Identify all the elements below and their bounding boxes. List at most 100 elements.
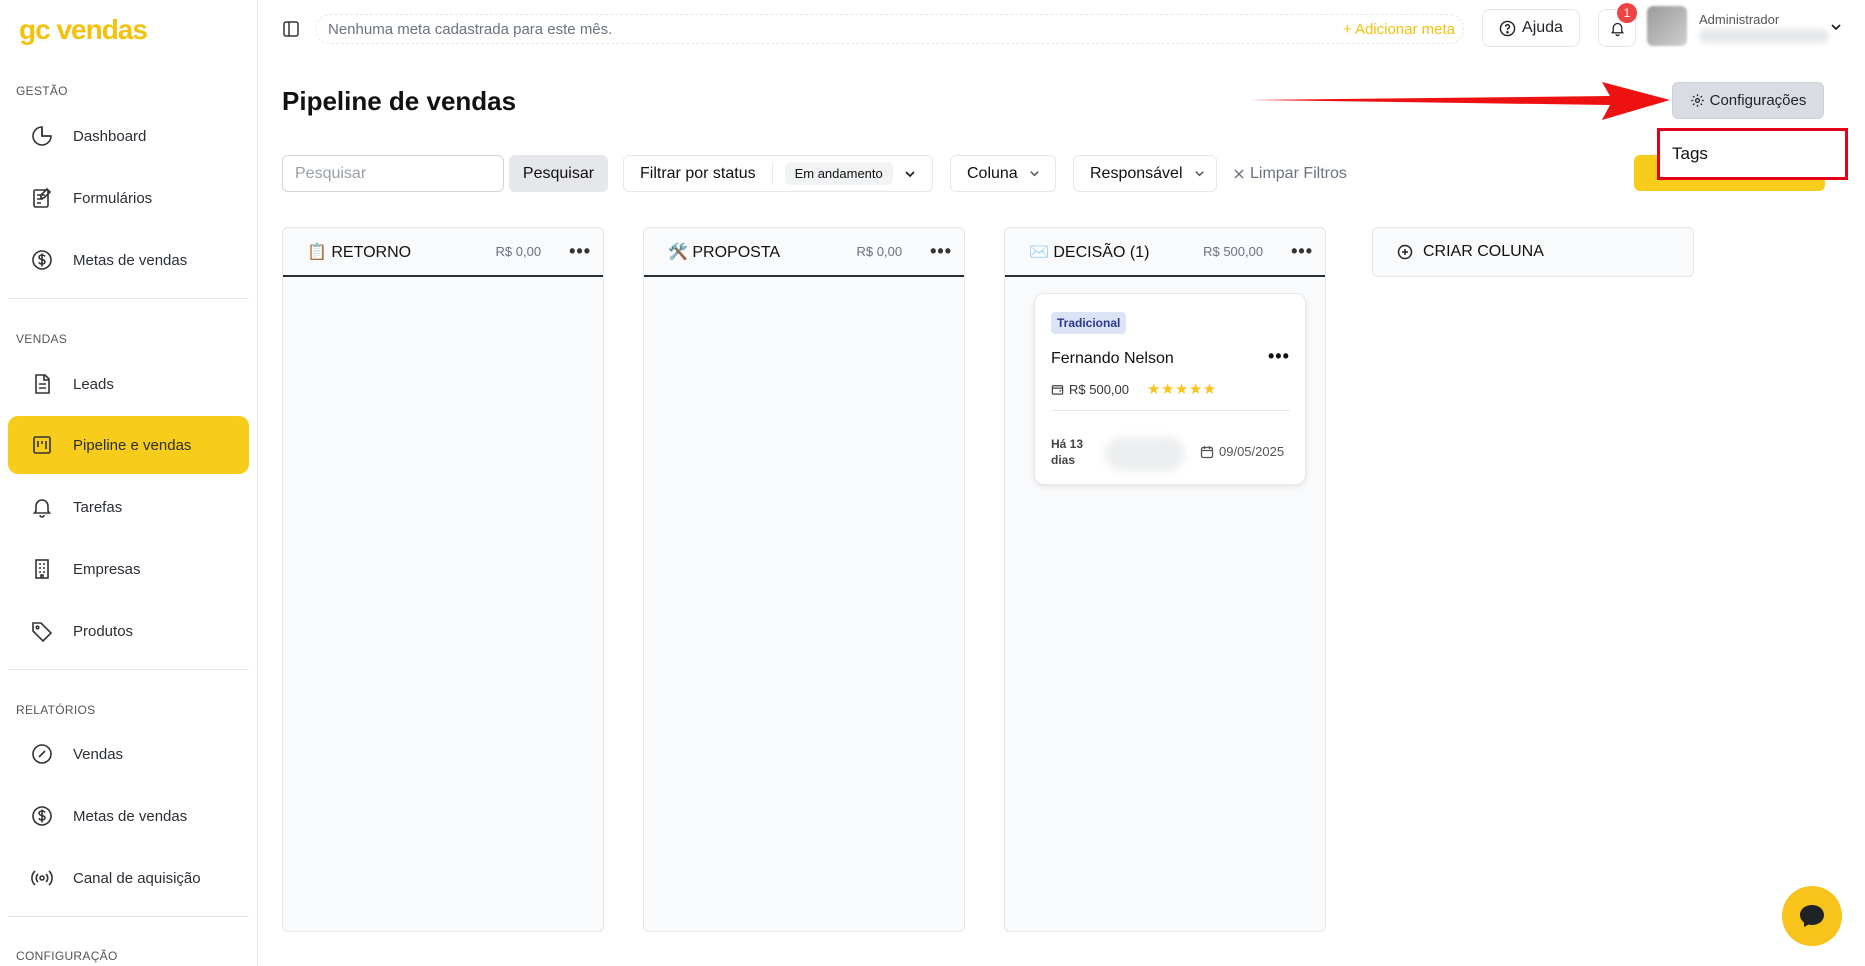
section-label-relatorios: RELATÓRIOS — [16, 703, 96, 717]
sidebar-item-produtos[interactable]: Produtos — [8, 602, 249, 660]
sidebar-item-label: Pipeline e vendas — [73, 436, 192, 454]
sidebar-item-label: Metas de vendas — [73, 807, 188, 825]
user-role: Administrador — [1699, 12, 1780, 27]
sidebar-item-label: Leads — [73, 375, 114, 393]
column-menu-icon[interactable]: ••• — [1291, 241, 1313, 262]
column-header: 🛠️ PROPOSTA R$ 0,00 ••• — [644, 228, 964, 277]
pie-chart-icon — [29, 123, 55, 149]
goal-status-text: Nenhuma meta cadastrada para este mês. — [328, 20, 613, 38]
annotation-arrow — [1250, 82, 1670, 120]
section-label-gestao: GESTÃO — [16, 84, 68, 98]
chevron-down-icon — [1194, 171, 1204, 177]
sidebar-item-tarefas[interactable]: Tarefas — [8, 478, 249, 536]
building-icon — [29, 556, 55, 582]
filter-separator — [771, 162, 773, 185]
responsible-filter-label: Responsável — [1090, 164, 1183, 182]
topbar: Nenhuma meta cadastrada para este mês. +… — [258, 0, 1865, 58]
column-menu-icon[interactable]: ••• — [569, 241, 591, 262]
sidebar-item-leads[interactable]: Leads — [8, 355, 249, 413]
calendar-icon — [1200, 445, 1214, 458]
sidebar-item-dashboard[interactable]: Dashboard — [8, 107, 249, 165]
help-label: Ajuda — [1522, 19, 1563, 36]
sidebar-item-rel-metas[interactable]: Metas de vendas — [8, 787, 249, 845]
form-icon — [29, 185, 55, 211]
user-name-redacted — [1699, 29, 1829, 43]
notification-count-badge: 1 — [1617, 3, 1637, 23]
sidebar-item-label: Formulários — [73, 189, 153, 207]
column-title: 🛠️ PROPOSTA — [668, 243, 781, 261]
create-column-button[interactable]: CRIAR COLUNA — [1372, 227, 1694, 277]
status-filter-label: Filtrar por status — [640, 164, 756, 182]
wallet-icon — [1051, 385, 1064, 395]
sidebar-item-rel-vendas[interactable]: Vendas — [8, 725, 249, 783]
status-filter[interactable]: Filtrar por status Em andamento — [623, 155, 933, 192]
avatar[interactable] — [1647, 6, 1687, 46]
sidebar-item-label: Empresas — [73, 560, 141, 578]
sidebar-item-label: Produtos — [73, 622, 134, 640]
sidebar-item-label: Metas de vendas — [73, 251, 188, 269]
chevron-down-icon — [905, 170, 915, 177]
clear-filters-button[interactable]: Limpar Filtros — [1233, 165, 1347, 183]
add-goal-link[interactable]: + Adicionar meta — [1343, 21, 1455, 38]
sidebar-item-label: Canal de aquisição — [73, 869, 201, 887]
sidebar-divider — [8, 669, 249, 670]
column-header: 📋 RETORNO R$ 0,00 ••• — [283, 228, 603, 277]
tag-icon — [29, 618, 55, 644]
dollar-circle-icon — [29, 803, 55, 829]
card-menu-icon[interactable]: ••• — [1268, 346, 1290, 367]
bell-icon — [29, 494, 55, 520]
column-filter[interactable]: Coluna — [950, 155, 1056, 192]
close-icon — [1234, 169, 1244, 179]
chat-icon — [1800, 905, 1824, 927]
configuracoes-button[interactable]: Configurações — [1672, 82, 1824, 119]
plus-circle-icon — [1397, 244, 1413, 260]
sidebar-item-canal[interactable]: Canal de aquisição — [8, 849, 249, 907]
search-button[interactable]: Pesquisar — [509, 155, 608, 192]
column-filter-label: Coluna — [967, 164, 1018, 182]
column-title: ✉️ DECISÃO (1) — [1029, 243, 1150, 261]
pipeline-column-proposta: 🛠️ PROPOSTA R$ 0,00 ••• — [643, 227, 965, 932]
chevron-down-icon[interactable] — [1829, 20, 1843, 34]
sidebar-item-label: Vendas — [73, 745, 124, 763]
sidebar-item-empresas[interactable]: Empresas — [8, 540, 249, 598]
help-button[interactable]: Ajuda — [1482, 9, 1580, 47]
sidebar-divider — [8, 298, 249, 299]
owner-redacted — [1105, 437, 1185, 471]
sidebar-item-pipeline[interactable]: Pipeline e vendas — [8, 416, 249, 474]
column-total: R$ 500,00 — [1203, 244, 1264, 259]
section-label-configuracao: CONFIGURAÇÃO — [16, 949, 118, 963]
sidebar-toggle-icon[interactable] — [282, 20, 300, 38]
search-input[interactable] — [282, 155, 504, 192]
deal-card[interactable]: Tradicional Fernando Nelson ••• R$ 500,0… — [1034, 293, 1306, 485]
config-dropdown-menu: Tags — [1657, 128, 1848, 180]
deal-date: 09/05/2025 — [1200, 444, 1284, 459]
sidebar-item-formularios[interactable]: Formulários — [8, 169, 249, 227]
sidebar: gc vendas GESTÃO Dashboard Formulários M… — [0, 0, 258, 966]
column-header: ✉️ DECISÃO (1) R$ 500,00 ••• — [1005, 228, 1325, 277]
sidebar-divider — [8, 916, 249, 917]
menu-item-tags[interactable]: Tags — [1672, 144, 1708, 164]
column-title: 📋 RETORNO — [307, 243, 412, 261]
card-divider — [1051, 410, 1290, 411]
responsible-filter[interactable]: Responsável — [1073, 155, 1217, 192]
column-total: R$ 0,00 — [856, 244, 903, 259]
broadcast-icon — [29, 865, 55, 891]
status-filter-value: Em andamento — [784, 162, 893, 185]
deal-tag: Tradicional — [1051, 312, 1127, 334]
sidebar-item-metas[interactable]: Metas de vendas — [8, 231, 249, 289]
sidebar-item-label: Tarefas — [73, 498, 123, 516]
sales-goal-bar: Nenhuma meta cadastrada para este mês. +… — [315, 14, 1464, 44]
deal-age: Há 13 dias — [1051, 437, 1084, 467]
gear-icon — [1690, 94, 1704, 107]
chevron-down-icon — [1029, 171, 1039, 177]
kanban-icon — [29, 432, 55, 458]
chat-widget-button[interactable] — [1782, 886, 1842, 946]
column-menu-icon[interactable]: ••• — [930, 241, 952, 262]
deal-lead-name: Fernando Nelson — [1051, 350, 1174, 367]
create-column-label: CRIAR COLUNA — [1423, 243, 1544, 260]
pipeline-column-retorno: 📋 RETORNO R$ 0,00 ••• — [282, 227, 604, 932]
config-label: Configurações — [1709, 92, 1807, 109]
app-logo[interactable]: gc vendas — [19, 14, 148, 46]
sidebar-item-label: Dashboard — [73, 127, 147, 145]
column-total: R$ 0,00 — [495, 244, 542, 259]
